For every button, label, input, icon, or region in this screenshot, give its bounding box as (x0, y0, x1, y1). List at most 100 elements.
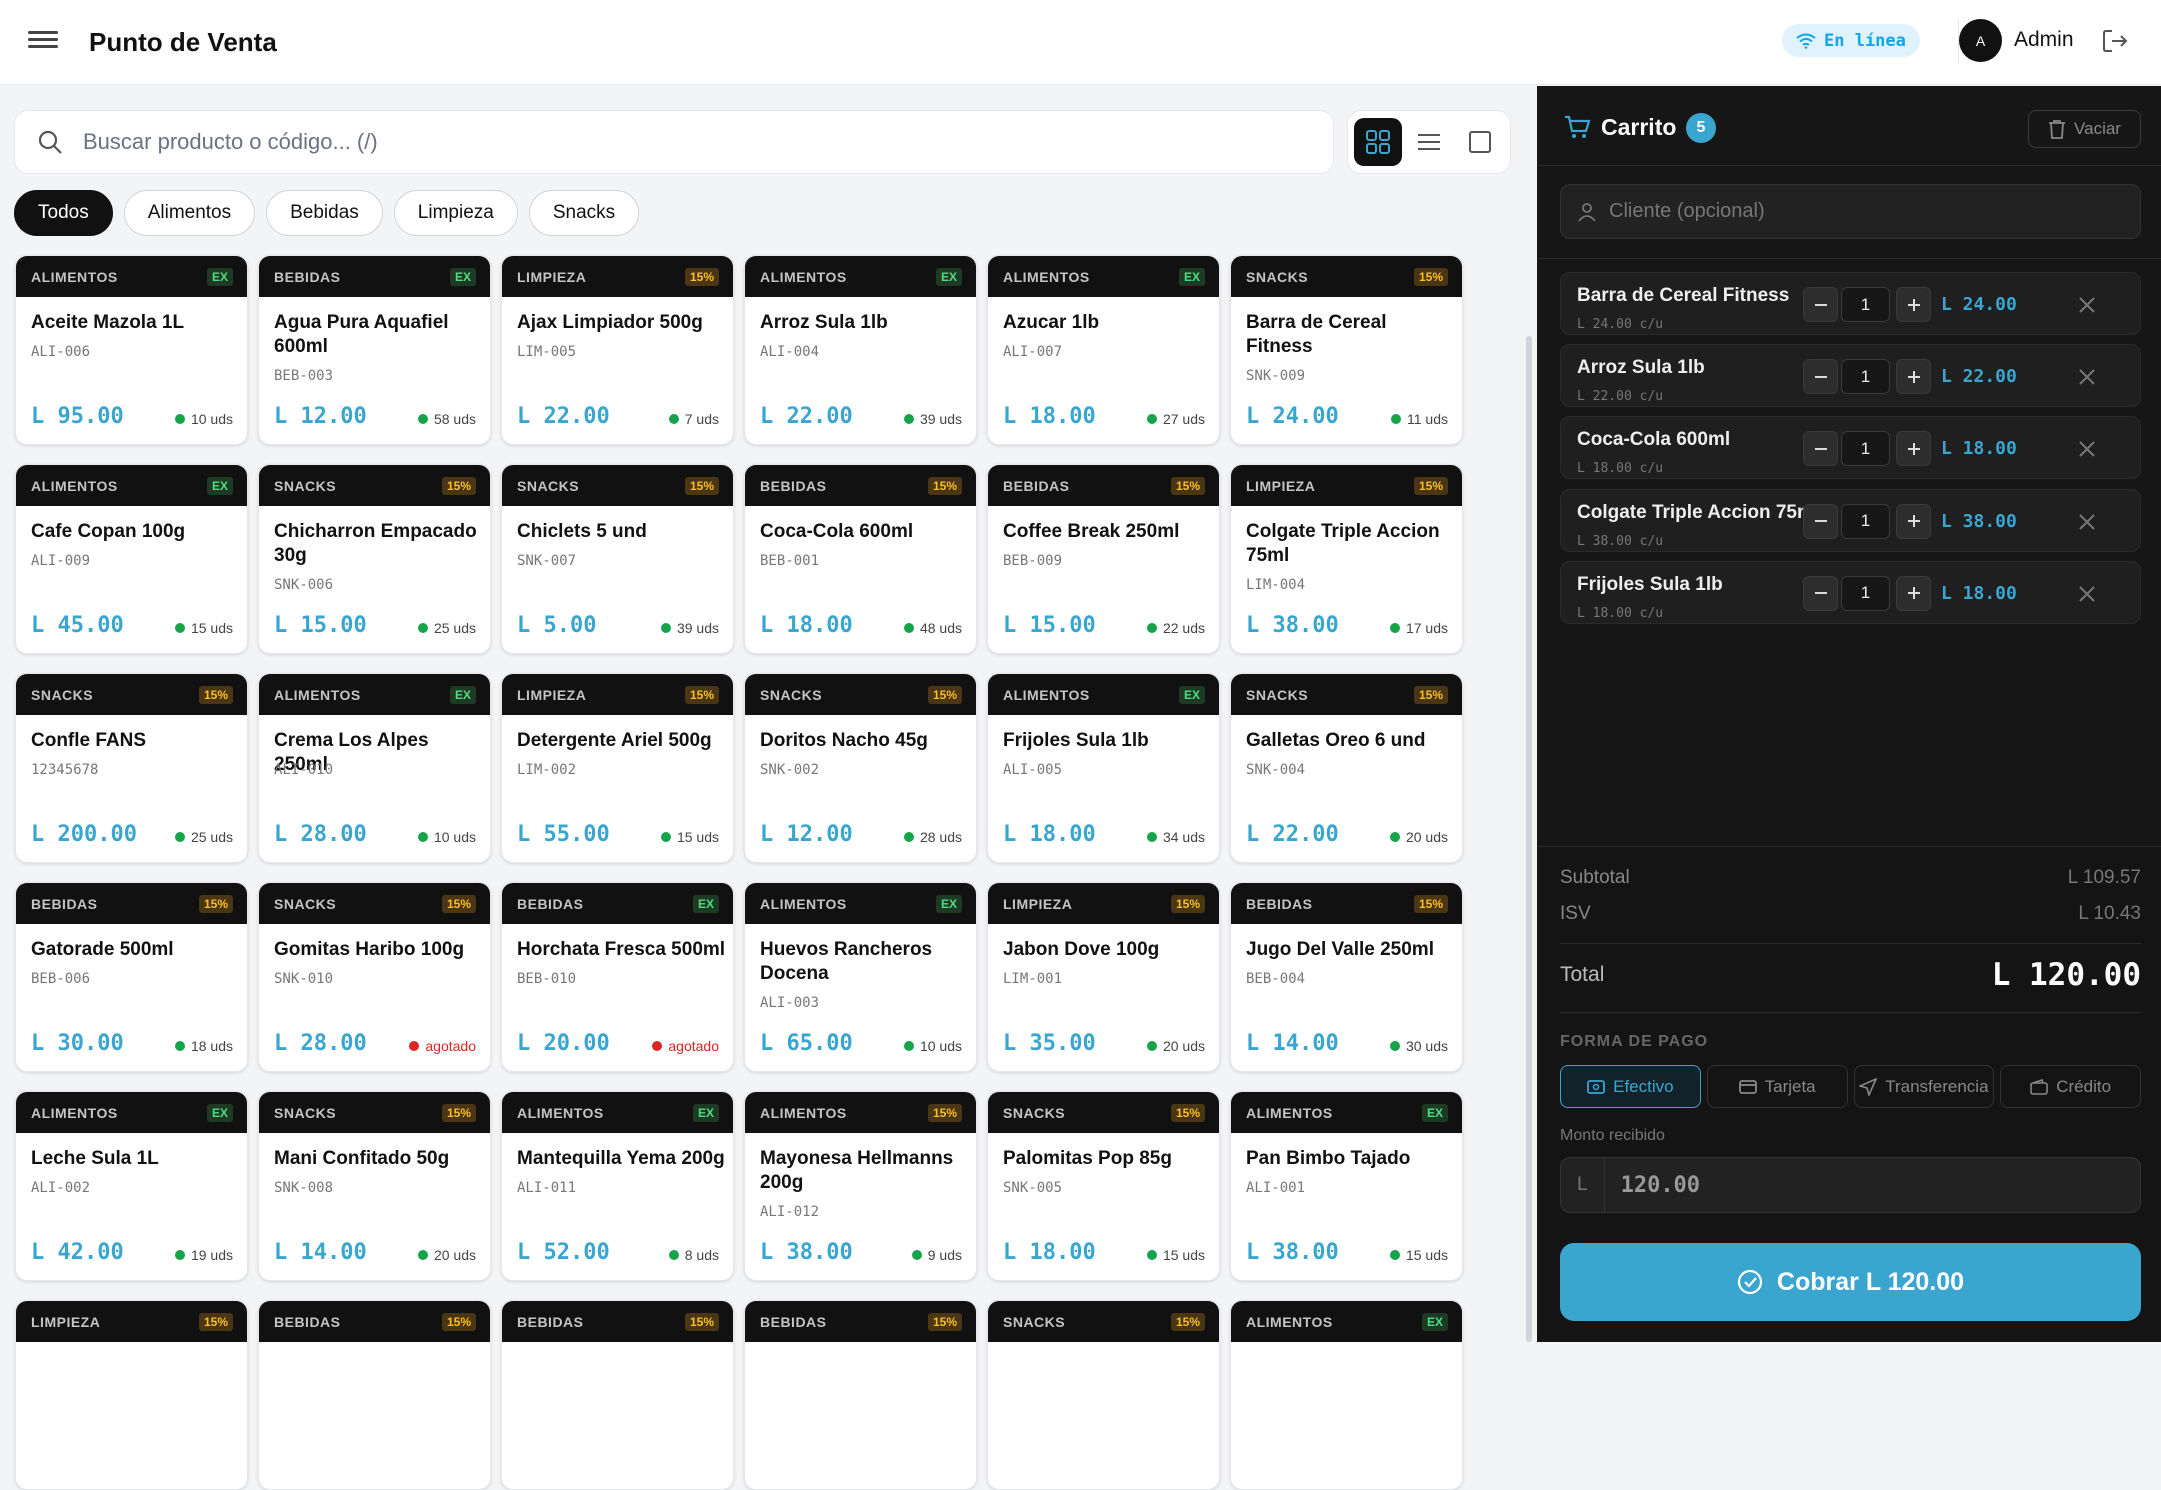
product-card[interactable]: SNACKS 15% Gomitas Haribo 100g SNK-010 L 28.… (258, 882, 491, 1072)
payment-credit-button[interactable]: Crédito (2000, 1065, 2141, 1108)
decrease-qty-button[interactable] (1803, 575, 1838, 611)
stock-dot (911, 1250, 922, 1260)
qty-input[interactable]: 1 (1841, 359, 1890, 395)
list-view-button[interactable] (1405, 118, 1453, 166)
product-name: Mani Confitado 50g (274, 1148, 450, 1169)
clear-cart-button[interactable]: Vaciar (2028, 110, 2141, 148)
category-chip-snacks[interactable]: Snacks (528, 190, 640, 236)
close-icon[interactable] (2074, 509, 2100, 535)
divider (1537, 258, 2161, 259)
logout-icon[interactable] (2100, 26, 2130, 56)
decrease-qty-button[interactable] (1803, 503, 1838, 539)
product-card[interactable]: BEBIDAS 15% Coffee Break 250ml BEB-009 L 15.… (987, 464, 1220, 654)
product-card-header: SNACKS 15% (259, 1092, 490, 1133)
product-card[interactable]: ALIMENTOS EX (1230, 1300, 1463, 1490)
product-code: ALI-012 (760, 1204, 820, 1220)
product-card[interactable]: BEBIDAS 15% Gatorade 500ml BEB-006 L 30.00 18… (15, 882, 248, 1072)
product-price: L 14.00 (274, 1240, 367, 1265)
product-card[interactable]: LIMPIEZA 15% Jabon Dove 100g LIM-001 L 35.00… (987, 882, 1220, 1072)
product-card[interactable]: ALIMENTOS EX Mantequilla Yema 200g ALI-011 L… (501, 1091, 734, 1281)
payment-transfer-button[interactable]: Transferencia (1853, 1065, 1995, 1108)
increase-qty-button[interactable] (1896, 575, 1931, 611)
menu-icon[interactable] (28, 27, 58, 55)
product-card[interactable]: SNACKS 15% Barra de Cereal Fitness SNK-009 L… (1230, 255, 1463, 445)
product-card[interactable]: ALIMENTOS 15% Mayonesa Hellmanns 200g ALI-0… (744, 1091, 977, 1281)
category-chip-limpieza[interactable]: Limpieza (393, 190, 518, 236)
product-card[interactable]: BEBIDAS 15% (744, 1300, 977, 1490)
product-card[interactable]: ALIMENTOS EX Crema Los Alpes 250ml ALI-010 L… (258, 673, 491, 863)
isv-label: ISV (1560, 903, 1591, 924)
stock-label: 11 uds (1407, 411, 1448, 427)
product-category: SNACKS (1246, 686, 1309, 703)
product-name: Aceite Mazola 1L (31, 312, 185, 333)
product-card[interactable]: SNACKS 15% (987, 1300, 1220, 1490)
product-card[interactable]: SNACKS 15% Mani Confitado 50g SNK-008 L 14.0… (258, 1091, 491, 1281)
close-icon[interactable] (2074, 581, 2100, 607)
category-chip-alimentos[interactable]: Alimentos (123, 190, 256, 236)
payment-card-button[interactable]: Tarjeta (1706, 1065, 1848, 1108)
qty-input[interactable]: 1 (1841, 503, 1890, 539)
product-code: BEB-009 (1003, 553, 1063, 569)
product-card[interactable]: ALIMENTOS EX Arroz Sula 1lb ALI-004 L 22.00 3… (744, 255, 977, 445)
grid-view-button[interactable] (1353, 118, 1402, 166)
increase-qty-button[interactable] (1896, 287, 1931, 322)
category-chip-todos[interactable]: Todos (14, 190, 113, 236)
product-card[interactable]: ALIMENTOS EX Aceite Mazola 1L ALI-006 L 95.0… (15, 255, 248, 445)
stock-dot (417, 414, 428, 424)
amount-input[interactable]: L 120.00 (1560, 1157, 2141, 1213)
product-card[interactable]: BEBIDAS 15% Jugo Del Valle 250ml BEB-004 L 1… (1230, 882, 1463, 1072)
divider (1560, 943, 2141, 944)
product-card[interactable]: BEBIDAS EX Horchata Fresca 500ml BEB-010 L 2… (501, 882, 734, 1072)
view-toggle (1347, 110, 1511, 174)
product-stock: 39 uds (660, 620, 719, 636)
product-code: BEB-004 (1246, 971, 1306, 987)
product-card[interactable]: ALIMENTOS EX Huevos Rancheros Docena ALI-00… (744, 882, 977, 1072)
product-card[interactable]: ALIMENTOS EX Pan Bimbo Tajado ALI-001 L 38.0… (1230, 1091, 1463, 1281)
product-card[interactable]: SNACKS 15% Confle FANS 12345678 L 200.00 25 u… (15, 673, 248, 863)
qty-input[interactable]: 1 (1841, 287, 1890, 322)
product-card[interactable]: BEBIDAS 15% (501, 1300, 734, 1490)
product-card[interactable]: SNACKS 15% Galletas Oreo 6 und SNK-004 L 22.… (1230, 673, 1463, 863)
stock-dot (652, 1041, 663, 1051)
client-input[interactable]: Cliente (opcional) (1560, 184, 2141, 239)
decrease-qty-button[interactable] (1803, 431, 1838, 467)
product-card[interactable]: SNACKS 15% Palomitas Pop 85g SNK-005 L 18.00… (987, 1091, 1220, 1281)
product-card[interactable]: SNACKS 15% Doritos Nacho 45g SNK-002 L 12.00… (744, 673, 977, 863)
increase-qty-button[interactable] (1896, 359, 1931, 395)
decrease-qty-button[interactable] (1803, 287, 1838, 322)
category-chip-bebidas[interactable]: Bebidas (266, 190, 383, 236)
search-input[interactable]: Buscar producto o código... (/) (14, 110, 1334, 174)
qty-input[interactable]: 1 (1841, 575, 1890, 611)
product-card[interactable]: LIMPIEZA 15% Detergente Ariel 500g LIM-002 L… (501, 673, 734, 863)
scrollbar[interactable] (1526, 336, 1532, 1342)
product-card[interactable]: LIMPIEZA 15% Ajax Limpiador 500g LIM-005 L 2… (501, 255, 734, 445)
decrease-qty-button[interactable] (1803, 359, 1838, 395)
product-stock: agotado (652, 1038, 719, 1054)
avatar[interactable]: A (1959, 19, 2002, 62)
qty-input[interactable]: 1 (1841, 431, 1890, 467)
close-icon[interactable] (2074, 436, 2100, 462)
product-card[interactable]: LIMPIEZA 15% Colgate Triple Accion 75ml LIM… (1230, 464, 1463, 654)
product-card[interactable]: ALIMENTOS EX Cafe Copan 100g ALI-009 L 45.00… (15, 464, 248, 654)
tax-badge: 15% (1170, 1312, 1205, 1331)
product-card[interactable]: BEBIDAS 15% (258, 1300, 491, 1490)
product-card[interactable]: SNACKS 15% Chiclets 5 und SNK-007 L 5.00 39 u… (501, 464, 734, 654)
charge-button[interactable]: Cobrar L 120.00 (1560, 1243, 2141, 1321)
product-card[interactable]: LIMPIEZA 15% (15, 1300, 248, 1490)
increase-qty-button[interactable] (1896, 503, 1931, 539)
product-card[interactable]: BEBIDAS 15% Coca-Cola 600ml BEB-001 L 18.00 4… (744, 464, 977, 654)
compact-view-button[interactable] (1456, 118, 1504, 166)
subtotal-value: L 109.57 (2067, 867, 2141, 888)
product-card[interactable]: SNACKS 15% Chicharron Empacado 30g SNK-006 L… (258, 464, 491, 654)
close-icon[interactable] (2074, 364, 2100, 390)
increase-qty-button[interactable] (1896, 431, 1931, 467)
product-card[interactable]: ALIMENTOS EX Leche Sula 1L ALI-002 L 42.00 19… (15, 1091, 248, 1281)
product-card[interactable]: BEBIDAS EX Agua Pura Aquafiel 600ml BEB-003… (258, 255, 491, 445)
product-code: LIM-005 (517, 344, 577, 360)
product-card[interactable]: ALIMENTOS EX Frijoles Sula 1lb ALI-005 L 18.… (987, 673, 1220, 863)
product-card[interactable]: ALIMENTOS EX Azucar 1lb ALI-007 L 18.00 27 ud… (987, 255, 1220, 445)
close-icon[interactable] (2074, 292, 2100, 318)
payment-cash-button[interactable]: Efectivo (1560, 1065, 1701, 1108)
wallet-icon (2030, 1078, 2049, 1095)
cart-item: Colgate Triple Accion 75ml L 38.00 c/u 1 L … (1560, 488, 2141, 552)
